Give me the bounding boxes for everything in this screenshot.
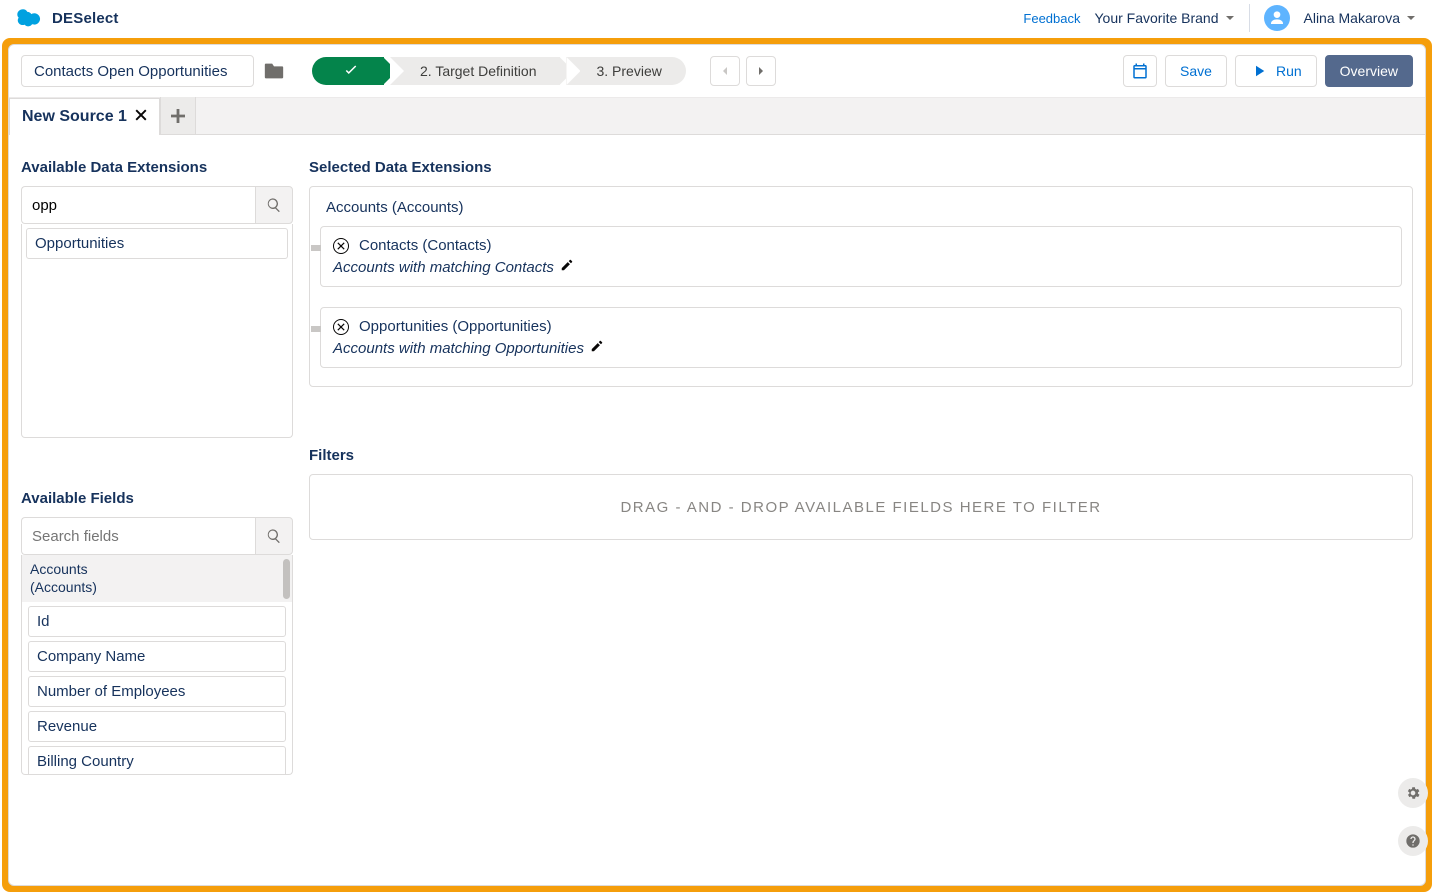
- selected-de-title: Selected Data Extensions: [309, 159, 1413, 176]
- filters-title: Filters: [309, 447, 1413, 464]
- filters-placeholder: DRAG - AND - DROP AVAILABLE FIELDS HERE …: [620, 499, 1101, 516]
- relation-label: Accounts with matching Contacts: [333, 259, 554, 276]
- feedback-link[interactable]: Feedback: [1023, 11, 1080, 26]
- de-search-button[interactable]: [255, 186, 293, 224]
- remove-contacts-button[interactable]: [333, 238, 349, 254]
- tab-close-button[interactable]: [135, 108, 147, 126]
- field-billing-country[interactable]: Billing Country: [28, 746, 286, 775]
- relation-label: Accounts with matching Opportunities: [333, 340, 584, 357]
- overview-label: Overview: [1340, 63, 1398, 79]
- tab-label: New Source 1: [22, 108, 127, 126]
- check-icon: [342, 62, 360, 80]
- selection-name[interactable]: Contacts Open Opportunities: [21, 55, 254, 87]
- save-label: Save: [1180, 63, 1212, 79]
- step-2[interactable]: 2. Target Definition: [390, 57, 560, 85]
- connector: [311, 245, 321, 251]
- edit-relation-button[interactable]: [560, 258, 574, 276]
- user-name: Alina Makarova: [1304, 10, 1401, 26]
- chevron-down-icon: [1225, 13, 1235, 23]
- fields-group-header: Accounts (Accounts): [22, 555, 292, 602]
- edit-relation-button[interactable]: [590, 339, 604, 357]
- org-switcher[interactable]: Your Favorite Brand: [1095, 10, 1235, 26]
- de-search-input[interactable]: [21, 186, 255, 224]
- divider: [1249, 4, 1250, 32]
- field-id[interactable]: Id: [28, 606, 286, 637]
- question-icon: [1405, 833, 1421, 849]
- fields-list: Accounts (Accounts) Id Company Name Numb…: [21, 555, 293, 775]
- related-de-contacts: Contacts (Contacts) Accounts with matchi…: [320, 226, 1402, 287]
- related-de-title: Opportunities (Opportunities): [359, 318, 552, 335]
- field-num-employees[interactable]: Number of Employees: [28, 676, 286, 707]
- salesforce-cloud-icon: [16, 8, 44, 28]
- run-label: Run: [1276, 63, 1302, 79]
- source-tabs: New Source 1: [9, 98, 1425, 135]
- avatar[interactable]: [1264, 5, 1290, 31]
- field-revenue[interactable]: Revenue: [28, 711, 286, 742]
- brand: DESelect: [8, 8, 119, 28]
- filters-dropzone[interactable]: DRAG - AND - DROP AVAILABLE FIELDS HERE …: [309, 474, 1413, 540]
- search-icon: [266, 197, 282, 213]
- connector: [311, 326, 321, 332]
- selected-de-panel: Accounts (Accounts) Contacts (Contacts) …: [309, 186, 1413, 387]
- tab-add-button[interactable]: [160, 97, 196, 134]
- step-1-complete[interactable]: [312, 57, 384, 85]
- step-2-label: 2. Target Definition: [420, 63, 536, 79]
- fields-search-input[interactable]: [21, 517, 255, 555]
- step-path: 2. Target Definition 3. Preview: [312, 57, 692, 85]
- parent-de-label: Accounts (Accounts): [326, 199, 1400, 216]
- related-de-opportunities: Opportunities (Opportunities) Accounts w…: [320, 307, 1402, 368]
- scrollbar[interactable]: [283, 559, 290, 599]
- settings-fab[interactable]: [1398, 778, 1428, 808]
- related-de-title: Contacts (Contacts): [359, 237, 492, 254]
- app-frame: Contacts Open Opportunities 2. Target De…: [2, 38, 1432, 892]
- de-item-opportunities[interactable]: Opportunities: [26, 228, 288, 259]
- remove-opportunities-button[interactable]: [333, 319, 349, 335]
- search-icon: [266, 528, 282, 544]
- calendar-icon: [1131, 62, 1149, 80]
- help-fab[interactable]: [1398, 826, 1428, 856]
- available-fields-title: Available Fields: [21, 490, 293, 507]
- schedule-button[interactable]: [1123, 55, 1157, 87]
- field-company-name[interactable]: Company Name: [28, 641, 286, 672]
- gear-icon: [1405, 785, 1421, 801]
- save-button[interactable]: Save: [1165, 55, 1227, 87]
- fields-search-button[interactable]: [255, 517, 293, 555]
- overview-button[interactable]: Overview: [1325, 55, 1413, 87]
- available-de-title: Available Data Extensions: [21, 159, 293, 176]
- step-next-button[interactable]: [746, 56, 776, 86]
- user-menu[interactable]: Alina Makarova: [1304, 10, 1417, 26]
- org-switcher-label: Your Favorite Brand: [1095, 10, 1219, 26]
- play-icon: [1250, 62, 1268, 80]
- de-results: Opportunities: [21, 224, 293, 438]
- brand-name: DESelect: [52, 10, 119, 27]
- step-prev-button[interactable]: [710, 56, 740, 86]
- global-header: DESelect Feedback Your Favorite Brand Al…: [0, 0, 1434, 38]
- run-button[interactable]: Run: [1235, 55, 1317, 87]
- tab-source-1[interactable]: New Source 1: [9, 98, 160, 135]
- chevron-down-icon: [1406, 13, 1416, 23]
- folder-button[interactable]: [262, 59, 286, 83]
- step-3-label: 3. Preview: [596, 63, 661, 79]
- step-3[interactable]: 3. Preview: [566, 57, 685, 85]
- app-toolbar: Contacts Open Opportunities 2. Target De…: [9, 45, 1425, 98]
